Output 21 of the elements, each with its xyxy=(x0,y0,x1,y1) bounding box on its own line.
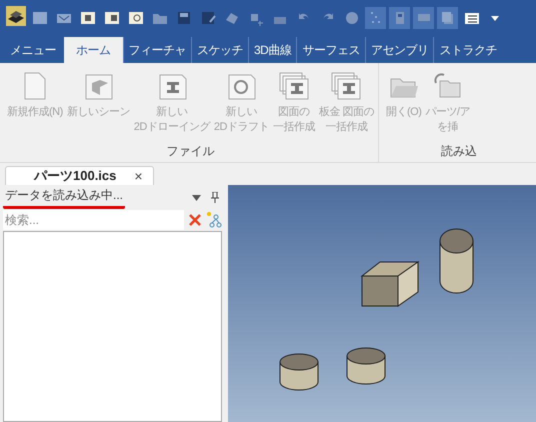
cylinder-drawing xyxy=(280,354,318,390)
box-drawing xyxy=(360,261,420,307)
group-label: 読み込 xyxy=(440,143,478,160)
cylinder-drawing xyxy=(346,348,386,384)
pin-icon[interactable] xyxy=(211,192,219,203)
dropdown-icon[interactable] xyxy=(192,194,201,200)
clear-icon[interactable] xyxy=(188,213,202,227)
document-tab[interactable]: パーツ100.ics × xyxy=(5,166,154,186)
caret-icon[interactable] xyxy=(491,15,499,21)
dots-icon[interactable] xyxy=(365,7,386,29)
group-label: ファイル xyxy=(165,143,216,160)
tab-label: パーツ100.ics xyxy=(34,167,116,185)
cylinder-drawing xyxy=(440,228,474,294)
panel-icon[interactable] xyxy=(389,7,410,29)
close-icon[interactable]: × xyxy=(134,168,143,184)
ribbon-tab[interactable]: ホーム xyxy=(64,37,122,63)
search-field[interactable]: 検索... xyxy=(3,210,184,230)
window-icon[interactable] xyxy=(413,7,434,29)
ribbon-tab[interactable]: メニュー xyxy=(0,37,64,63)
tree-icon[interactable] xyxy=(206,211,222,229)
3d-viewport[interactable] xyxy=(228,185,536,422)
